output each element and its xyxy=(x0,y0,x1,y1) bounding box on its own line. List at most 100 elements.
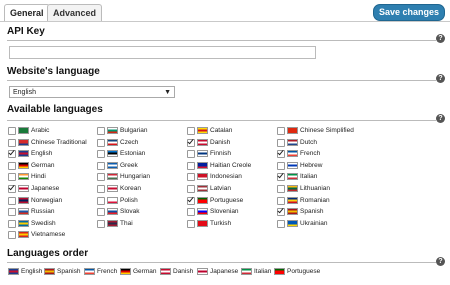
language-checkbox[interactable] xyxy=(8,231,16,240)
flag-icon xyxy=(107,185,118,192)
website-language-help-icon[interactable]: ? xyxy=(436,74,445,83)
language-checkbox[interactable] xyxy=(8,127,16,135)
divider xyxy=(7,80,436,81)
flag-icon xyxy=(18,138,29,146)
language-checkbox[interactable] xyxy=(277,173,285,182)
language-label: Polish xyxy=(120,196,138,204)
language-checkbox[interactable] xyxy=(97,173,105,182)
language-checkbox[interactable] xyxy=(97,208,105,217)
order-label: Danish xyxy=(173,268,194,275)
language-checkbox[interactable] xyxy=(277,161,285,170)
flag-icon xyxy=(18,127,29,134)
languages-order-help-icon[interactable]: ? xyxy=(436,257,445,266)
tab-advanced[interactable]: Advanced xyxy=(47,4,103,21)
language-label: Hungarian xyxy=(120,173,150,181)
language-label: Spanish xyxy=(300,208,324,216)
language-checkbox[interactable] xyxy=(187,208,195,217)
save-changes-button[interactable]: Save changes xyxy=(372,4,445,21)
flag-icon xyxy=(18,150,29,158)
language-label: Arabic xyxy=(31,127,50,134)
flag-icon xyxy=(120,268,131,275)
language-checkbox[interactable] xyxy=(277,219,285,228)
available-languages-title: Available languages xyxy=(7,104,103,115)
language-checkbox[interactable] xyxy=(187,127,195,135)
language-checkbox[interactable] xyxy=(277,127,285,135)
language-checkbox[interactable] xyxy=(187,185,195,193)
language-label: Chinese Simplified xyxy=(300,127,354,134)
flag-icon xyxy=(84,268,95,275)
order-label: English xyxy=(21,268,43,275)
language-checkbox[interactable] xyxy=(97,138,105,147)
language-checkbox[interactable] xyxy=(97,127,105,135)
flag-icon xyxy=(18,231,29,239)
language-checkbox[interactable] xyxy=(277,196,285,205)
language-checkbox[interactable] xyxy=(8,219,16,228)
website-language-select[interactable]: English ▼ xyxy=(9,86,175,98)
flag-icon xyxy=(160,268,171,275)
flag-icon xyxy=(197,196,208,204)
flag-icon xyxy=(107,150,118,158)
language-label: Russian xyxy=(31,208,55,216)
api-key-input[interactable] xyxy=(9,46,316,59)
flag-icon xyxy=(287,138,298,146)
language-checkbox[interactable] xyxy=(8,138,16,147)
language-label: Hindi xyxy=(31,173,46,181)
language-label: Thai xyxy=(120,219,133,227)
language-checkbox[interactable] xyxy=(187,173,195,182)
language-checkbox[interactable] xyxy=(97,219,105,228)
language-checkbox[interactable] xyxy=(187,219,195,228)
flag-icon xyxy=(241,268,252,275)
language-label: Swedish xyxy=(31,219,56,227)
language-checkbox[interactable] xyxy=(187,138,195,147)
language-label: Latvian xyxy=(210,185,231,192)
language-checkbox[interactable] xyxy=(8,196,16,205)
flag-icon xyxy=(197,173,208,181)
flag-icon xyxy=(197,127,208,134)
language-checkbox[interactable] xyxy=(97,161,105,170)
flag-icon xyxy=(44,268,55,275)
tab-divider xyxy=(0,21,450,22)
language-checkbox[interactable] xyxy=(277,150,285,159)
language-label: Indonesian xyxy=(210,173,242,181)
available-languages-help-icon[interactable]: ? xyxy=(436,114,445,123)
order-label: French xyxy=(97,268,118,275)
language-checkbox[interactable] xyxy=(187,196,195,205)
language-label: Chinese Traditional xyxy=(31,138,87,146)
language-checkbox[interactable] xyxy=(277,138,285,147)
language-checkbox[interactable] xyxy=(8,185,16,193)
language-checkbox[interactable] xyxy=(97,185,105,193)
flag-icon xyxy=(18,196,29,204)
flag-icon xyxy=(107,219,118,227)
language-checkbox[interactable] xyxy=(277,185,285,193)
flag-icon xyxy=(8,268,19,275)
language-checkbox[interactable] xyxy=(187,161,195,170)
flag-icon xyxy=(287,219,298,227)
flag-icon xyxy=(18,219,29,227)
flag-icon xyxy=(197,138,208,146)
language-checkbox[interactable] xyxy=(97,150,105,159)
flag-icon xyxy=(197,208,208,216)
language-checkbox[interactable] xyxy=(8,161,16,170)
language-label: Lithuanian xyxy=(300,185,330,192)
tab-general[interactable]: General xyxy=(4,4,50,21)
language-label: Vietnamese xyxy=(31,231,66,239)
language-checkbox[interactable] xyxy=(97,196,105,205)
language-checkbox[interactable] xyxy=(187,150,195,159)
language-label: Czech xyxy=(120,138,139,146)
flag-icon xyxy=(197,185,208,192)
order-label: Japanese xyxy=(210,268,239,275)
language-checkbox[interactable] xyxy=(8,173,16,182)
language-checkbox[interactable] xyxy=(8,150,16,159)
language-label: Slovak xyxy=(120,208,140,216)
flag-icon xyxy=(274,268,285,275)
order-label: Portuguese xyxy=(287,268,321,275)
api-key-title: API Key xyxy=(7,26,45,37)
api-key-help-icon[interactable]: ? xyxy=(436,34,445,43)
order-label: German xyxy=(133,268,157,275)
language-checkbox[interactable] xyxy=(277,208,285,217)
language-label: Hebrew xyxy=(300,161,323,169)
flag-icon xyxy=(197,268,208,275)
language-label: Ukrainian xyxy=(300,219,328,227)
language-checkbox[interactable] xyxy=(8,208,16,217)
flag-icon xyxy=(107,138,118,146)
